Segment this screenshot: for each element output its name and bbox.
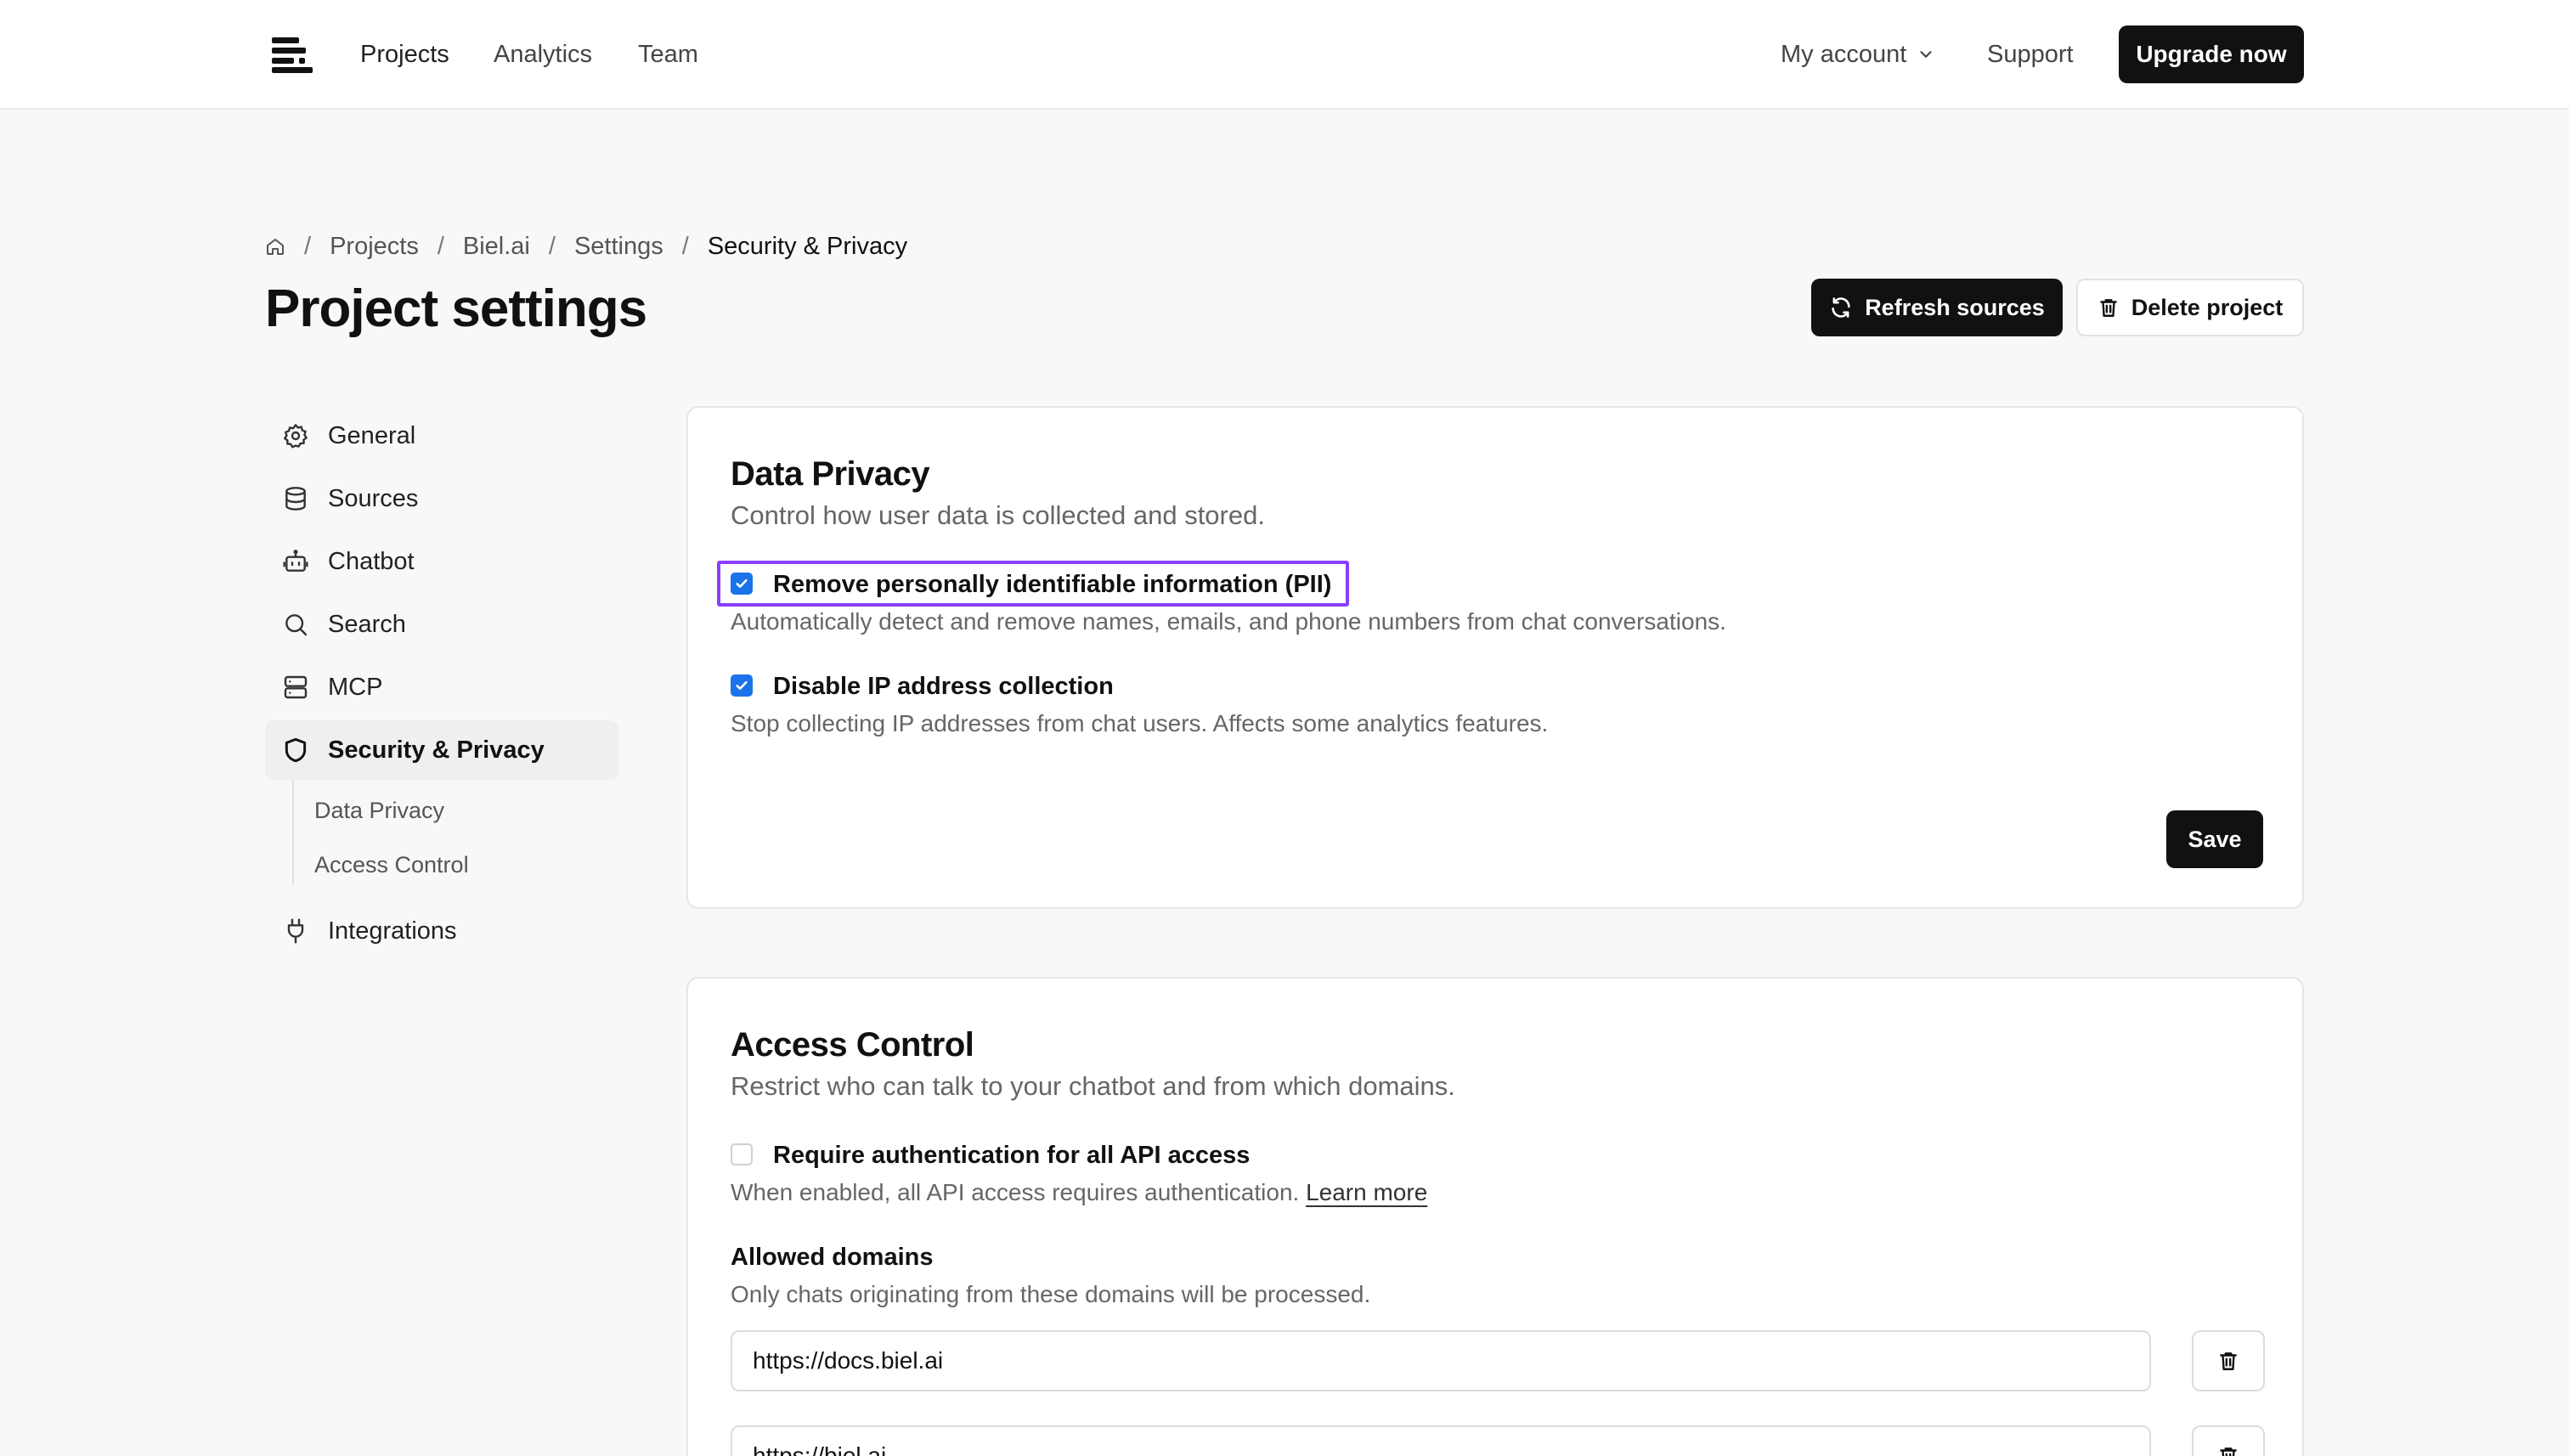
remove-domain-button[interactable] [2192,1330,2265,1391]
card-subtitle: Restrict who can talk to your chatbot an… [731,1071,1455,1101]
sidebar-item-label: Integrations [328,917,457,945]
breadcrumb-separator: / [681,232,689,260]
breadcrumb: / Projects / Biel.ai / Settings / Securi… [265,229,907,263]
breadcrumb-settings[interactable]: Settings [574,233,663,261]
sidebar-item-mcp[interactable]: MCP [265,657,618,717]
my-account-label: My account [1781,41,1907,68]
sidebar-item-security-privacy[interactable]: Security & Privacy [265,720,618,780]
sidebar-subitem-data-privacy[interactable]: Data Privacy [314,793,444,827]
breadcrumb-project[interactable]: Biel.ai [463,233,530,261]
breadcrumb-separator: / [304,232,312,260]
card-subtitle: Control how user data is collected and s… [731,500,1265,530]
my-account-dropdown[interactable]: My account [1781,37,1935,71]
support-link[interactable]: Support [1987,37,2074,71]
nav-analytics[interactable]: Analytics [494,37,592,71]
trash-icon [2098,296,2120,319]
nav-projects[interactable]: Projects [360,37,449,71]
delete-project-button[interactable]: Delete project [2076,279,2304,336]
plug-icon [282,917,309,945]
remove-pii-description: Automatically detect and remove names, e… [731,608,1726,635]
disable-ip-checkbox[interactable] [731,674,753,697]
trash-icon [2217,1349,2239,1373]
trash-icon [2217,1444,2239,1456]
breadcrumb-separator: / [548,232,556,260]
gear-icon [282,422,309,449]
sidebar-item-label: Search [328,610,406,638]
sidebar-item-integrations[interactable]: Integrations [265,901,618,961]
domain-input[interactable]: https://biel.ai [731,1425,2151,1456]
robot-icon [282,548,309,575]
chevron-down-icon [1917,45,1935,64]
sidebar-subitem-access-control[interactable]: Access Control [314,848,469,882]
database-icon [282,485,309,512]
allowed-domains-description: Only chats originating from these domain… [731,1281,1371,1307]
learn-more-link[interactable]: Learn more [1306,1179,1427,1205]
refresh-sources-button[interactable]: Refresh sources [1811,279,2063,336]
breadcrumb-projects[interactable]: Projects [330,233,419,261]
subnav-divider [292,780,296,885]
save-button[interactable]: Save [2166,810,2263,868]
remove-domain-button[interactable] [2192,1425,2265,1456]
require-auth-label[interactable]: Require authentication for all API acces… [773,1138,1250,1172]
data-privacy-card: Data Privacy Control how user data is co… [686,406,2304,909]
server-icon [282,674,309,701]
card-title: Access Control [731,1026,974,1064]
page-title: Project settings [265,279,647,338]
delete-project-label: Delete project [2131,294,2284,320]
access-control-card: Access Control Restrict who can talk to … [686,977,2304,1456]
top-navigation-bar: Projects Analytics Team My account Suppo… [0,0,2569,110]
refresh-sources-label: Refresh sources [1865,294,2045,320]
sidebar-item-sources[interactable]: Sources [265,469,618,528]
breadcrumb-separator: / [437,232,444,260]
shield-icon [282,736,309,764]
remove-pii-checkbox[interactable] [731,573,753,595]
sidebar-item-chatbot[interactable]: Chatbot [265,532,618,591]
allowed-domains-label: Allowed domains [731,1244,934,1271]
search-icon [282,611,309,638]
breadcrumb-current: Security & Privacy [707,232,908,260]
card-title: Data Privacy [731,455,930,493]
disable-ip-label[interactable]: Disable IP address collection [773,669,1114,703]
require-auth-description: When enabled, all API access requires au… [731,1176,1427,1210]
require-auth-checkbox[interactable] [731,1143,753,1165]
sidebar-item-label: General [328,421,416,449]
nav-team[interactable]: Team [638,37,698,71]
sidebar-item-label: Security & Privacy [328,736,545,764]
sidebar-item-label: MCP [328,673,383,701]
home-icon[interactable] [265,236,285,257]
require-auth-description-text: When enabled, all API access requires au… [731,1179,1300,1205]
sidebar-item-label: Sources [328,484,419,512]
remove-pii-label[interactable]: Remove personally identifiable informati… [773,567,1331,601]
upgrade-now-button[interactable]: Upgrade now [2119,25,2304,83]
disable-ip-description: Stop collecting IP addresses from chat u… [731,710,1549,736]
sidebar-item-general[interactable]: General [265,406,618,466]
sidebar-item-label: Chatbot [328,547,415,575]
domain-input[interactable]: https://docs.biel.ai [731,1330,2151,1391]
sidebar-item-search[interactable]: Search [265,595,618,654]
lines-logo-icon[interactable] [272,36,314,73]
refresh-icon [1829,296,1853,319]
